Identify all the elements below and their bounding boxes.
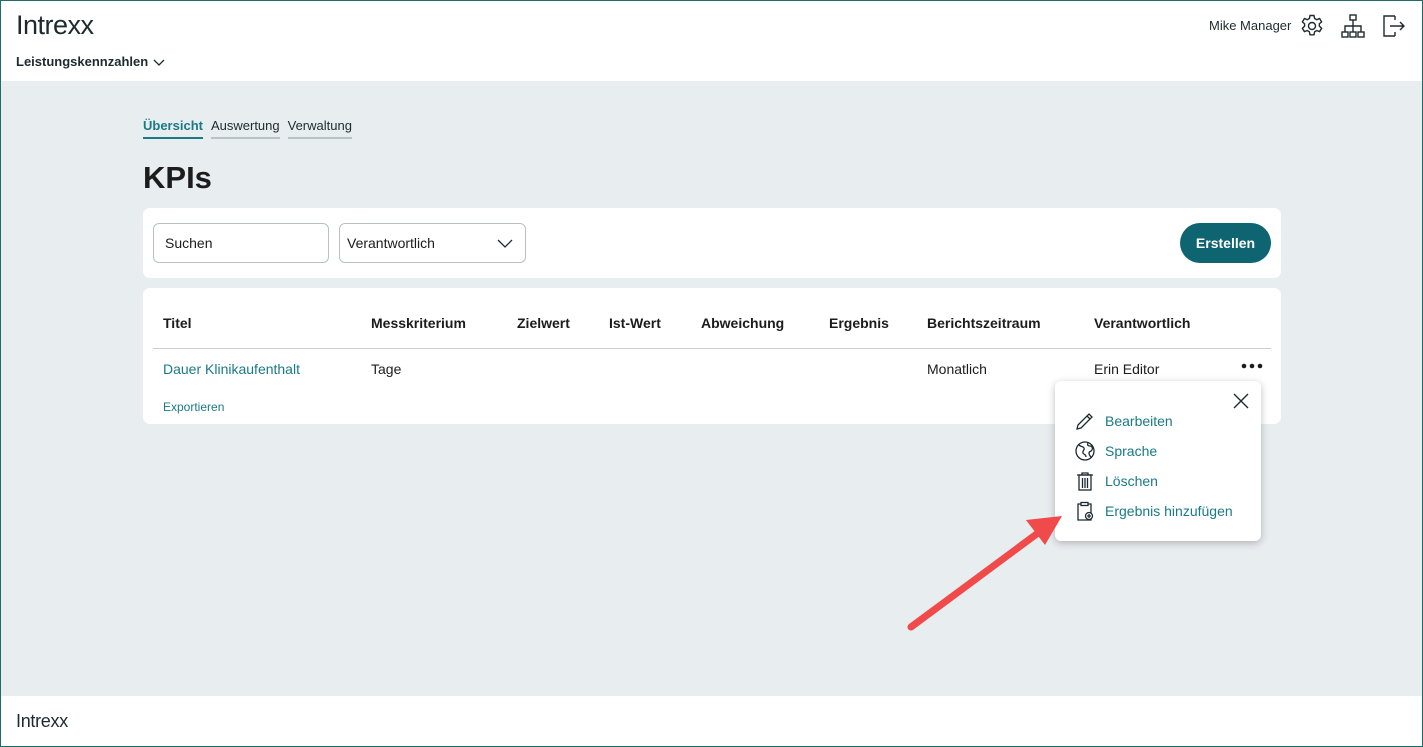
gear-icon[interactable]	[1299, 13, 1325, 39]
chevron-down-icon	[497, 239, 513, 248]
tab-uebersicht[interactable]: Übersicht	[143, 118, 203, 139]
intrexx-logo[interactable]: Intrexx	[16, 10, 94, 41]
tab-verwaltung[interactable]: Verwaltung	[287, 118, 352, 139]
app-footer: Intrexx	[0, 696, 1423, 747]
menu-item-loeschen[interactable]: Löschen	[1074, 470, 1158, 492]
column-header-zielwert[interactable]: Zielwert	[517, 315, 570, 331]
clipboard-add-icon	[1074, 500, 1096, 522]
tab-auswertung[interactable]: Auswertung	[210, 118, 280, 139]
tab-bar: Übersicht Auswertung Verwaltung	[143, 118, 352, 139]
column-header-messkriterium[interactable]: Messkriterium	[371, 315, 466, 331]
menu-item-ergebnis-hinzufuegen[interactable]: Ergebnis hinzufügen	[1074, 500, 1233, 522]
column-header-ergebnis[interactable]: Ergebnis	[829, 315, 889, 331]
create-button[interactable]: Erstellen	[1180, 223, 1271, 263]
chevron-down-icon	[153, 59, 165, 66]
app-switcher[interactable]: Leistungskennzahlen	[16, 54, 166, 69]
footer-logo: Intrexx	[16, 711, 68, 731]
menu-item-bearbeiten[interactable]: Bearbeiten	[1074, 410, 1173, 432]
globe-icon	[1074, 440, 1096, 462]
logout-icon[interactable]	[1380, 13, 1406, 39]
export-link[interactable]: Exportieren	[163, 400, 224, 414]
menu-item-label: Ergebnis hinzufügen	[1105, 503, 1233, 519]
filter-bar: Verantwortlich Erstellen	[143, 208, 1281, 278]
column-header-ist-wert[interactable]: Ist-Wert	[609, 315, 661, 331]
column-header-berichtszeitraum[interactable]: Berichtszeitraum	[927, 315, 1041, 331]
menu-item-label: Sprache	[1105, 443, 1158, 459]
app-name: Leistungskennzahlen	[16, 54, 149, 69]
cell-messkriterium: Tage	[371, 361, 402, 377]
more-options-icon[interactable]	[1240, 358, 1264, 374]
menu-item-sprache[interactable]: Sprache	[1074, 440, 1157, 462]
column-header-verantwortlich[interactable]: Verantwortlich	[1094, 315, 1190, 331]
cell-berichtszeitraum: Monatlich	[927, 361, 987, 377]
trash-icon	[1074, 470, 1096, 492]
column-header-titel[interactable]: Titel	[163, 315, 192, 331]
app-header: Intrexx Leistungskennzahlen Mike Manager	[0, 0, 1423, 81]
cell-verantwortlich: Erin Editor	[1094, 361, 1160, 377]
user-name[interactable]: Mike Manager	[1209, 18, 1291, 33]
header-divider	[153, 348, 1271, 349]
cell-titel[interactable]: Dauer Klinikaufenthalt	[163, 361, 300, 377]
responsible-select-value: Verantwortlich	[347, 235, 435, 251]
row-context-menu: Bearbeiten Sprache Löschen Ergebnis hinz…	[1055, 381, 1261, 541]
menu-item-label: Löschen	[1105, 473, 1158, 489]
search-input[interactable]	[153, 223, 329, 263]
responsible-select[interactable]: Verantwortlich	[339, 223, 526, 263]
page-title: KPIs	[143, 160, 212, 195]
close-icon[interactable]	[1232, 392, 1250, 410]
column-header-abweichung[interactable]: Abweichung	[701, 315, 784, 331]
pencil-icon	[1074, 410, 1096, 432]
menu-item-label: Bearbeiten	[1105, 413, 1173, 429]
sitemap-icon[interactable]	[1340, 13, 1366, 39]
